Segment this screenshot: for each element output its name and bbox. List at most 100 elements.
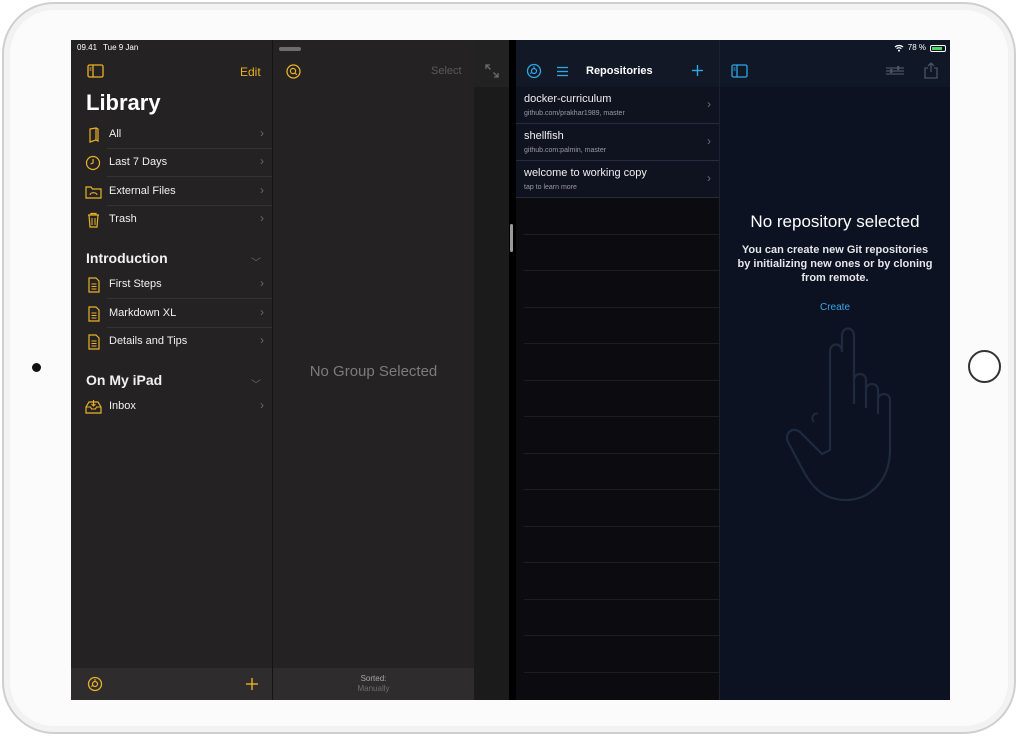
no-repo-description: You can create new Git repositories by i… [737, 244, 933, 284]
battery-percent: 78 % [907, 43, 926, 52]
add-icon[interactable] [691, 64, 704, 77]
chevron-down-icon[interactable]: ﹀ [251, 376, 261, 391]
wifi-icon [894, 44, 904, 52]
empty-state-text: No Group Selected [309, 363, 438, 380]
sidebar-toggle-icon[interactable] [731, 64, 748, 78]
library-item-details-and-tips[interactable]: Details and Tips › [85, 328, 272, 356]
library-item-last-7-days[interactable]: Last 7 Days › [85, 149, 272, 177]
library-item-label: First Steps [109, 278, 162, 290]
empty-row-divider [524, 234, 719, 235]
multitask-grabber[interactable] [279, 47, 301, 51]
empty-row-divider [524, 672, 719, 673]
folder-icon [85, 186, 102, 199]
repository-detail-panel: No repository selected You can create ne… [720, 40, 950, 700]
library-item-first-steps[interactable]: First Steps › [85, 271, 272, 299]
repository-name: docker-curriculum [524, 93, 612, 105]
empty-row-divider [524, 562, 719, 563]
no-repo-title: No repository selected [750, 212, 920, 231]
document-icon [88, 306, 100, 322]
chevron-right-icon: › [260, 126, 264, 140]
group-toolbar: Sorted: Manually [273, 668, 474, 700]
settings-icon[interactable] [87, 676, 103, 692]
status-bar-left: 09.41 Tue 9 Jan [77, 40, 144, 56]
library-item-label: Details and Tips [109, 335, 188, 347]
chevron-right-icon: › [260, 333, 264, 347]
empty-row-divider [524, 270, 719, 271]
trash-icon [88, 212, 99, 228]
chevron-right-icon: › [707, 97, 711, 111]
repository-detail: tap to learn more [524, 184, 577, 191]
chevron-down-icon[interactable]: ﹀ [251, 254, 261, 269]
camera [32, 363, 41, 372]
sidebar-toggle-icon[interactable] [87, 64, 104, 78]
library-item-all[interactable]: All › [85, 121, 272, 149]
divider [107, 176, 272, 177]
chevron-right-icon: › [260, 398, 264, 412]
select-button[interactable]: Select [431, 65, 462, 77]
chevron-right-icon: › [707, 171, 711, 185]
library-item-markdown-xl[interactable]: Markdown XL › [85, 300, 272, 328]
add-icon[interactable] [245, 677, 259, 691]
list-icon[interactable] [556, 66, 569, 77]
library-item-label: All [109, 128, 122, 140]
repositories-panel: Repositories docker-curriculum github.co… [516, 40, 720, 700]
repository-row[interactable]: docker-curriculum github.com/prakhar1989… [516, 87, 719, 124]
empty-row-divider [524, 380, 719, 381]
divider [107, 298, 272, 299]
chevron-right-icon: › [260, 305, 264, 319]
empty-row-divider [524, 526, 719, 527]
split-view-handle[interactable] [510, 224, 513, 252]
library-item-trash[interactable]: Trash › [85, 206, 272, 234]
repository-name: welcome to working copy [524, 167, 647, 179]
empty-row-divider [524, 453, 719, 454]
settings-icon[interactable] [526, 63, 542, 79]
chevron-right-icon: › [260, 183, 264, 197]
status-bar-right: 78 % [894, 40, 946, 56]
ulysses-app: Edit Library All › Last 7 Days › Externa… [71, 40, 509, 700]
group-panel: Select No Group Selected Sorted: Manuall… [273, 40, 474, 700]
status-date: Tue 9 Jan [103, 43, 139, 52]
library-toolbar [71, 668, 272, 700]
document-icon [88, 277, 100, 293]
repository-row[interactable]: welcome to working copy tap to learn mor… [516, 161, 719, 198]
home-button[interactable] [968, 350, 1001, 383]
editor-strip [474, 40, 509, 700]
repositories-header: Repositories [516, 40, 719, 87]
document-icon [88, 334, 100, 350]
inbox-icon [85, 400, 102, 414]
library-title: Library [86, 90, 161, 115]
search-icon[interactable] [286, 64, 301, 79]
sorted-value[interactable]: Manually [273, 684, 474, 693]
repository-row[interactable]: shellfish github.com:palmin, master › [516, 124, 719, 161]
library-item-label: Markdown XL [109, 307, 177, 319]
empty-row-divider [524, 635, 719, 636]
empty-row-divider [524, 599, 719, 600]
library-item-external-files[interactable]: External Files › [85, 178, 272, 206]
library-item-label: External Files [109, 185, 176, 197]
split-view-divider[interactable] [509, 40, 516, 700]
pointing-hand-icon [785, 327, 892, 502]
section-on-my-ipad[interactable]: On My iPad [86, 372, 162, 388]
repository-name: shellfish [524, 130, 564, 142]
share-icon[interactable] [924, 62, 938, 79]
filter-icon[interactable] [885, 65, 905, 77]
chevron-right-icon: › [260, 211, 264, 225]
expand-icon[interactable] [485, 64, 499, 78]
library-item-label: Trash [109, 213, 137, 225]
status-time: 09.41 [77, 43, 98, 52]
working-copy-app: Repositories docker-curriculum github.co… [516, 40, 950, 700]
repository-detail: github.com/prakhar1989, master [524, 110, 625, 117]
screen: 09.41 Tue 9 Jan 78 % Edit Library All › L… [71, 40, 950, 700]
library-item-label: Last 7 Days [109, 156, 168, 168]
chevron-right-icon: › [260, 154, 264, 168]
create-link[interactable]: Create [720, 302, 950, 313]
chevron-right-icon: › [707, 134, 711, 148]
empty-row-divider [524, 307, 719, 308]
book-icon [89, 127, 99, 143]
sorted-label: Sorted: [360, 674, 387, 683]
library-panel: Edit Library All › Last 7 Days › Externa… [71, 40, 273, 700]
section-introduction[interactable]: Introduction [86, 250, 168, 266]
library-item-inbox[interactable]: Inbox › [85, 393, 272, 421]
edit-button[interactable]: Edit [240, 65, 261, 79]
repository-detail: github.com:palmin, master [524, 147, 607, 154]
